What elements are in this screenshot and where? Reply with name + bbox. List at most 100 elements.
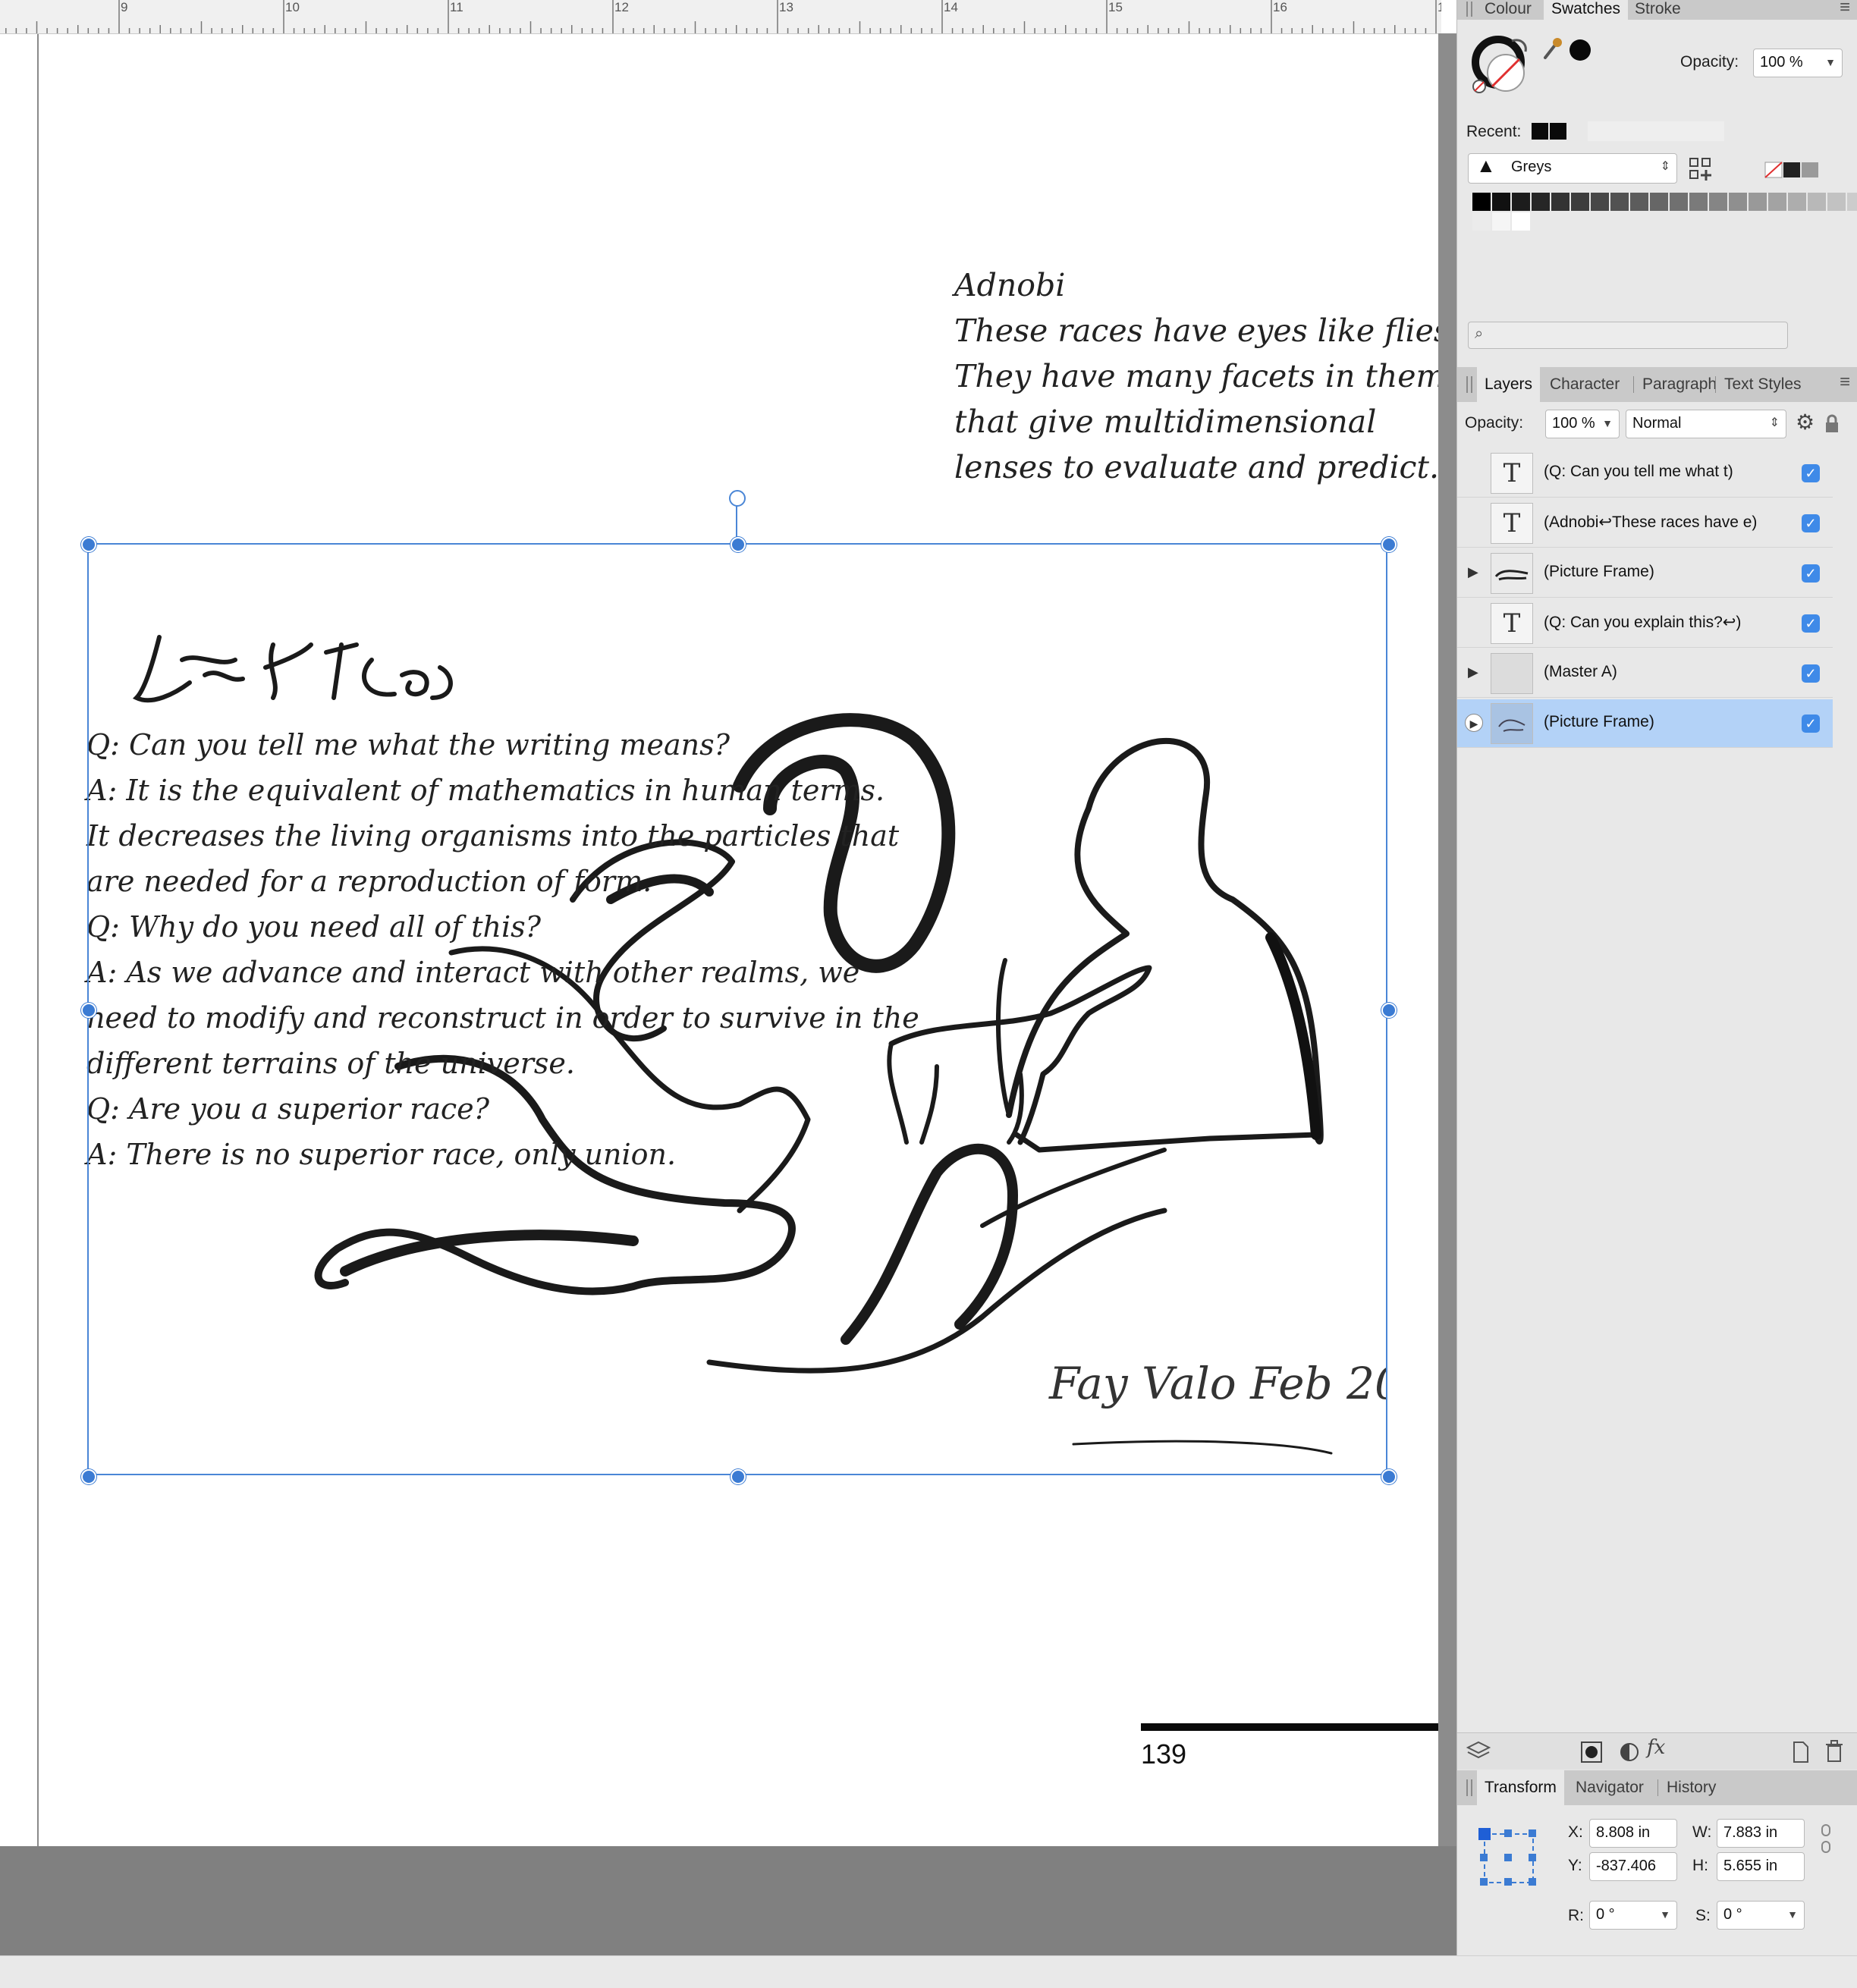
h-field[interactable]: 5.655 in [1717,1852,1805,1881]
grey-swatch[interactable] [1808,193,1826,211]
tab-colour[interactable]: Colour [1477,0,1539,20]
shear-dropdown[interactable]: 0 ° ▼ [1717,1901,1805,1930]
visibility-checkbox[interactable]: ✓ [1802,664,1820,683]
grey-swatch[interactable] [1689,193,1708,211]
mask-layer-icon[interactable] [1580,1741,1603,1763]
adnobi-text-frame[interactable]: Adnobi These races have eyes like flies.… [954,262,1456,490]
grey-swatch[interactable] [1650,193,1668,211]
resize-handle-top-right[interactable] [1381,537,1397,552]
panel-menu-icon[interactable]: ≡ [1840,372,1850,393]
eyedropper-icon[interactable] [1541,35,1563,62]
layer-row[interactable]: ▶ (Picture Frame) ✓ [1457,549,1833,598]
resize-handle-top[interactable] [731,537,746,552]
panel-grip[interactable] [1466,376,1472,393]
grey-swatch[interactable] [1709,193,1727,211]
grey-swatch-row[interactable] [1472,212,1532,231]
expand-triangle-icon[interactable]: ▶ [1468,564,1478,580]
rotation-handle[interactable] [729,490,746,507]
swatch-search-input[interactable] [1494,325,1778,347]
tab-paragraph[interactable]: Paragraph [1635,367,1724,402]
resize-handle-bottom[interactable] [731,1469,746,1484]
grey-swatch[interactable] [1512,212,1530,231]
expand-triangle-icon[interactable]: ▶ [1468,664,1478,680]
tab-separator [1657,1779,1658,1796]
tab-transform[interactable]: Transform [1477,1770,1564,1805]
grey-swatch-row[interactable] [1472,193,1857,211]
x-field[interactable]: 8.808 in [1589,1819,1677,1848]
visibility-checkbox[interactable]: ✓ [1802,714,1820,733]
layer-name: (Picture Frame) [1544,713,1654,730]
layer-row[interactable]: T (Adnobi↩These races have e) ✓ [1457,499,1833,548]
link-chain-icon[interactable] [1818,1823,1833,1854]
panel-grip[interactable] [1466,1779,1472,1796]
grey-swatch[interactable] [1630,193,1648,211]
resize-handle-right[interactable] [1381,1003,1397,1018]
grey-swatch[interactable] [1670,193,1688,211]
visibility-checkbox[interactable]: ✓ [1802,614,1820,633]
document-canvas[interactable]: 9 10 11 12 13 14 15 16 17 Adnobi These races hav… [0,0,1456,1987]
swatch-mode-icons[interactable] [1764,161,1824,179]
add-swatch-grid-icon[interactable] [1688,156,1714,182]
layer-row[interactable]: T (Q: Can you explain this?↩) ✓ [1457,599,1833,648]
w-field[interactable]: 7.883 in [1717,1819,1805,1848]
tab-layers[interactable]: Layers [1477,367,1541,402]
grey-swatch[interactable] [1512,193,1530,211]
grey-swatch[interactable] [1472,212,1491,231]
resize-handle-top-left[interactable] [81,537,96,552]
anchor-point-selector[interactable] [1477,1826,1541,1890]
horizontal-ruler[interactable]: 9 10 11 12 13 14 15 16 17 [0,0,1441,34]
grey-swatch[interactable] [1827,193,1846,211]
tab-character[interactable]: Character [1542,367,1627,402]
grey-swatch[interactable] [1591,193,1609,211]
trash-icon[interactable] [1824,1739,1844,1763]
grey-swatch[interactable] [1551,193,1569,211]
layer-row[interactable]: ▶ (Master A) ✓ [1457,649,1833,698]
grey-swatch[interactable] [1847,193,1857,211]
visibility-checkbox[interactable]: ✓ [1802,564,1820,583]
resize-handle-bottom-left[interactable] [81,1469,96,1484]
grey-swatch[interactable] [1729,193,1747,211]
fill-stroke-well-icon[interactable] [1468,32,1536,100]
add-page-icon[interactable] [1791,1741,1811,1763]
tab-text-styles[interactable]: Text Styles [1717,367,1809,402]
lock-icon[interactable] [1824,414,1840,434]
grey-swatch[interactable] [1532,193,1550,211]
layers-stack-icon[interactable] [1465,1739,1492,1763]
layer-opacity-dropdown[interactable]: 100 % ▼ [1545,410,1620,438]
resize-handle-left[interactable] [81,1003,96,1018]
layer-row[interactable]: T (Q: Can you tell me what t) ✓ [1457,449,1833,498]
current-colour-swatch[interactable] [1569,39,1591,61]
recent-swatch[interactable] [1550,123,1566,140]
recent-swatch[interactable] [1532,123,1548,140]
grey-swatch[interactable] [1610,193,1629,211]
resize-handle-bottom-right[interactable] [1381,1469,1397,1484]
visibility-checkbox[interactable]: ✓ [1802,514,1820,532]
tab-swatches[interactable]: Swatches [1544,0,1629,20]
swatch-search-field[interactable]: ⌕ [1468,322,1788,349]
grey-swatch[interactable] [1749,193,1767,211]
tab-navigator[interactable]: Navigator [1568,1770,1651,1805]
rotation-dropdown[interactable]: 0 ° ▼ [1589,1901,1677,1930]
visibility-checkbox[interactable]: ✓ [1802,464,1820,482]
layer-row[interactable]: ▶ (Picture Frame) ✓ [1457,699,1833,748]
gear-icon[interactable]: ⚙ [1796,410,1815,435]
grey-swatch[interactable] [1492,212,1510,231]
grey-swatch[interactable] [1492,193,1510,211]
tab-stroke[interactable]: Stroke [1627,0,1689,20]
panel-menu-icon[interactable]: ≡ [1840,0,1850,18]
grey-swatch[interactable] [1472,193,1491,211]
tab-history[interactable]: History [1659,1770,1723,1805]
blend-mode-dropdown[interactable]: Normal ⇕ [1626,410,1786,438]
picture-frame-selection[interactable] [87,543,1387,1475]
opacity-dropdown[interactable]: 100 % ▼ [1753,49,1843,77]
grey-swatch[interactable] [1788,193,1806,211]
fx-icon[interactable]: fx [1647,1736,1665,1759]
grey-swatch[interactable] [1768,193,1786,211]
y-field[interactable]: -837.406 [1589,1852,1677,1881]
grey-swatch[interactable] [1571,193,1589,211]
panel-grip[interactable] [1466,2,1472,17]
adjustment-layer-icon[interactable] [1618,1741,1641,1763]
palette-dropdown[interactable]: ▲ Greys ⇕ [1468,153,1677,184]
vertical-scrollbar[interactable] [1438,33,1456,1846]
expand-triangle-icon[interactable]: ▶ [1465,714,1483,732]
